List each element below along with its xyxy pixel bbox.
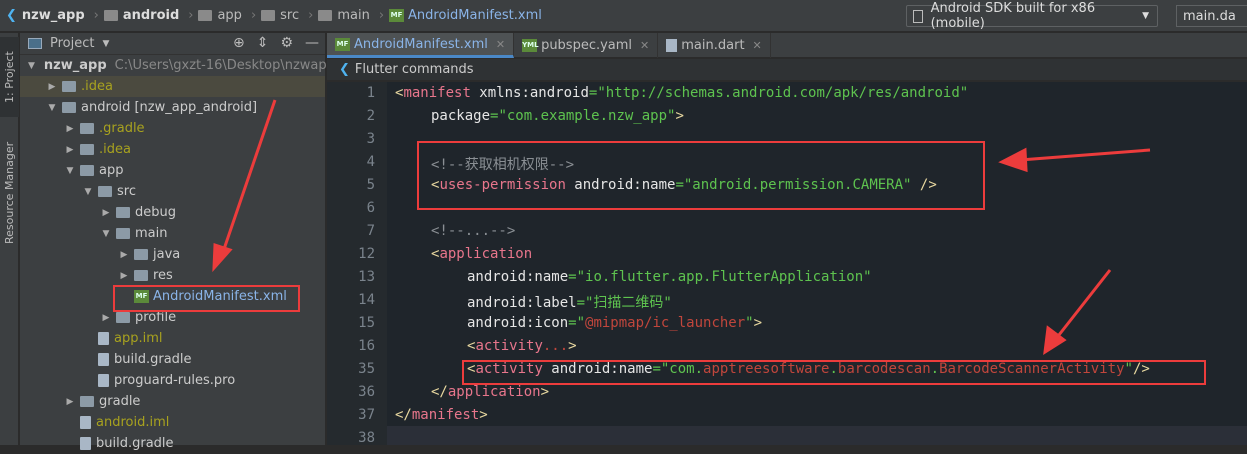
arrow-head <box>998 147 1028 173</box>
annotation-arrows <box>212 99 1151 355</box>
arrow-to-activity <box>1053 269 1112 341</box>
arrow-head <box>212 242 233 273</box>
arrow-to-manifest-file <box>220 99 277 256</box>
arrow-to-permission <box>1019 148 1151 162</box>
